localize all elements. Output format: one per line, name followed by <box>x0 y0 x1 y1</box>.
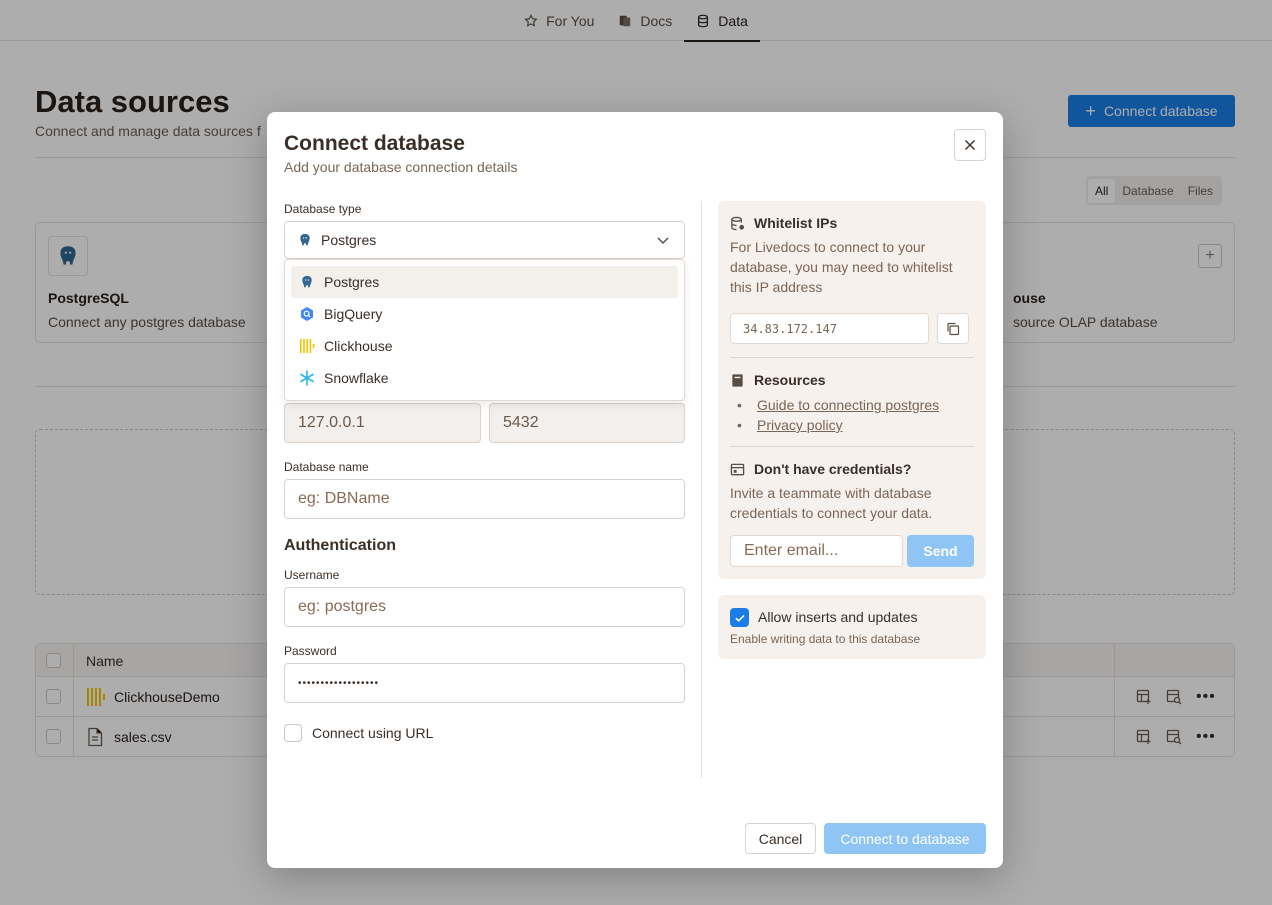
divider <box>701 201 702 778</box>
whitelist-line2: database, you may need to whitelist <box>730 259 953 275</box>
option-label: Clickhouse <box>324 338 393 354</box>
divider <box>730 357 974 358</box>
connect-using-url-option[interactable]: Connect using URL <box>284 724 433 742</box>
info-panel: Whitelist IPs For Livedocs to connect to… <box>718 201 986 579</box>
cancel-button[interactable]: Cancel <box>745 823 816 854</box>
check-icon <box>734 614 745 622</box>
port-input[interactable]: 5432 <box>489 403 685 443</box>
privacy-policy-link[interactable]: Privacy policy <box>757 417 843 433</box>
copy-icon <box>947 322 960 335</box>
copy-ip-button[interactable] <box>937 313 969 344</box>
divider <box>730 446 974 447</box>
credentials-title: Don't have credentials? <box>754 461 912 477</box>
list-item: Privacy policy <box>737 415 939 435</box>
bigquery-icon <box>301 307 313 321</box>
database-type-label: Database type <box>284 202 362 216</box>
connect-database-modal: Connect database Add your database conne… <box>267 112 1003 868</box>
database-type-select[interactable]: Postgres <box>284 221 685 259</box>
option-label: BigQuery <box>324 306 383 322</box>
password-label: Password <box>284 644 337 658</box>
allow-inserts-checkbox[interactable] <box>730 608 749 627</box>
modal-subtitle: Add your database connection details <box>284 159 518 175</box>
whitelist-line1: For Livedocs to connect to your <box>730 239 926 255</box>
database-type-value: Postgres <box>321 232 377 248</box>
postgres-icon <box>300 234 310 246</box>
password-input[interactable]: •••••••••••••••••• <box>284 663 685 703</box>
option-label: Postgres <box>324 274 380 290</box>
connect-using-url-label: Connect using URL <box>312 725 434 741</box>
whitelist-title: Whitelist IPs <box>754 215 838 231</box>
database-type-dropdown: Postgres BigQuery Clickhouse Snowflake <box>284 259 685 401</box>
option-snowflake[interactable]: Snowflake <box>291 362 678 394</box>
connect-using-url-checkbox[interactable] <box>284 724 302 742</box>
guide-link[interactable]: Guide to connecting postgres <box>757 397 939 413</box>
book-icon <box>732 373 743 387</box>
allow-inserts-label: Allow inserts and updates <box>758 609 918 625</box>
whitelist-line3: this IP address <box>730 279 823 295</box>
host-input[interactable]: 127.0.0.1 <box>284 403 481 443</box>
password-value: •••••••••••••••••• <box>298 677 380 689</box>
username-label: Username <box>284 568 340 582</box>
database-name-label: Database name <box>284 460 369 474</box>
credentials-icon <box>730 463 745 475</box>
list-item: Guide to connecting postgres <box>737 395 939 415</box>
credentials-heading: Don't have credentials? <box>730 461 911 477</box>
modal-title: Connect database <box>284 132 465 155</box>
ip-address-field[interactable]: 34.83.172.147 <box>730 313 929 344</box>
whitelist-heading: Whitelist IPs <box>730 215 837 231</box>
database-name-input[interactable]: eg: DBName <box>284 479 685 519</box>
resources-heading: Resources <box>730 372 826 388</box>
close-icon <box>965 140 975 150</box>
option-label: Snowflake <box>324 370 389 386</box>
resources-list: Guide to connecting postgres Privacy pol… <box>737 395 939 435</box>
connect-to-database-button[interactable]: Connect to database <box>824 823 986 854</box>
username-input[interactable]: eg: postgres <box>284 587 685 627</box>
option-clickhouse[interactable]: Clickhouse <box>291 330 678 362</box>
credentials-line2: credentials to connect your data. <box>730 505 933 521</box>
authentication-heading: Authentication <box>284 537 396 554</box>
postgres-icon <box>302 276 312 288</box>
close-button[interactable] <box>954 129 986 161</box>
option-bigquery[interactable]: BigQuery <box>291 298 678 330</box>
invite-email-input[interactable]: Enter email... <box>730 535 903 567</box>
clickhouse-icon <box>300 339 315 353</box>
snowflake-icon <box>300 370 314 386</box>
resources-title: Resources <box>754 372 826 388</box>
send-invite-button[interactable]: Send <box>907 535 974 567</box>
chevron-down-icon <box>657 237 669 245</box>
permissions-panel: Allow inserts and updates Enable writing… <box>718 595 986 659</box>
database-icon <box>731 216 745 230</box>
option-postgres[interactable]: Postgres <box>291 266 678 298</box>
allow-inserts-description: Enable writing data to this database <box>730 632 921 646</box>
credentials-line1: Invite a teammate with database <box>730 485 932 501</box>
